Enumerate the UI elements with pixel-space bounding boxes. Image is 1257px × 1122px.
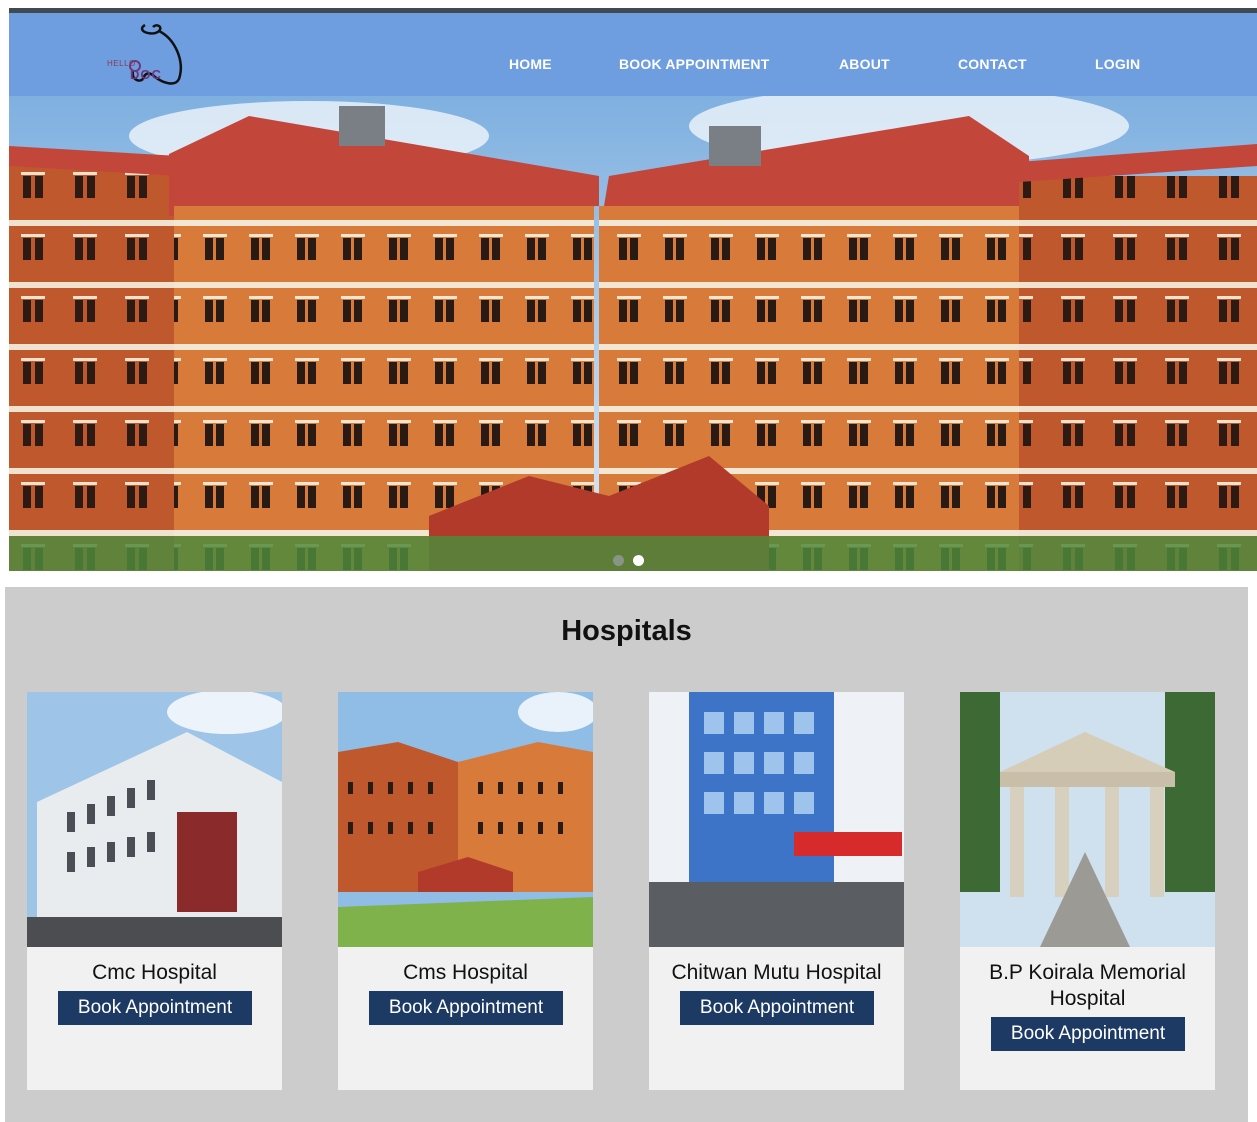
hospital-card: B.P Koirala Memorial Hospital Book Appoi… <box>960 692 1215 1090</box>
book-appointment-button[interactable]: Book Appointment <box>369 991 563 1025</box>
hospital-image <box>960 692 1215 947</box>
hero-carousel[interactable] <box>9 96 1257 571</box>
hospital-image <box>338 692 593 947</box>
section-title: Hospitals <box>561 615 692 647</box>
book-appointment-button[interactable]: Book Appointment <box>991 1017 1185 1051</box>
hospital-name: Cms Hospital <box>403 961 528 984</box>
main-nav: HOME BOOK APPOINTMENT ABOUT CONTACT LOGI… <box>9 13 1257 96</box>
nav-contact[interactable]: CONTACT <box>958 56 1027 72</box>
hospitals-section: Hospitals Cmc Hospital Book Appointment <box>5 587 1248 1122</box>
hospital-card: Cms Hospital Book Appointment <box>338 692 593 1090</box>
hospital-name: Cmc Hospital <box>92 961 217 984</box>
hospital-card: Chitwan Mutu Hospital Book Appointment <box>649 692 904 1090</box>
book-appointment-button[interactable]: Book Appointment <box>58 991 252 1025</box>
hospital-image <box>27 692 282 947</box>
nav-book-appointment[interactable]: BOOK APPOINTMENT <box>619 56 769 72</box>
nav-home[interactable]: HOME <box>509 56 552 72</box>
nav-login[interactable]: LOGIN <box>1095 56 1140 72</box>
carousel-dot-2[interactable] <box>633 555 644 566</box>
nav-about[interactable]: ABOUT <box>839 56 890 72</box>
site-header: HELLO DOC HOME BOOK APPOINTMENT ABOUT CO… <box>9 13 1257 96</box>
hospital-image <box>649 692 904 947</box>
hospital-name: B.P Koirala Memorial Hospital <box>989 961 1186 1010</box>
hospital-card: Cmc Hospital Book Appointment <box>27 692 282 1090</box>
book-appointment-button[interactable]: Book Appointment <box>680 991 874 1025</box>
carousel-dot-1[interactable] <box>613 555 624 566</box>
hospital-building-image <box>9 96 1257 571</box>
hospital-name: Chitwan Mutu Hospital <box>671 961 882 984</box>
